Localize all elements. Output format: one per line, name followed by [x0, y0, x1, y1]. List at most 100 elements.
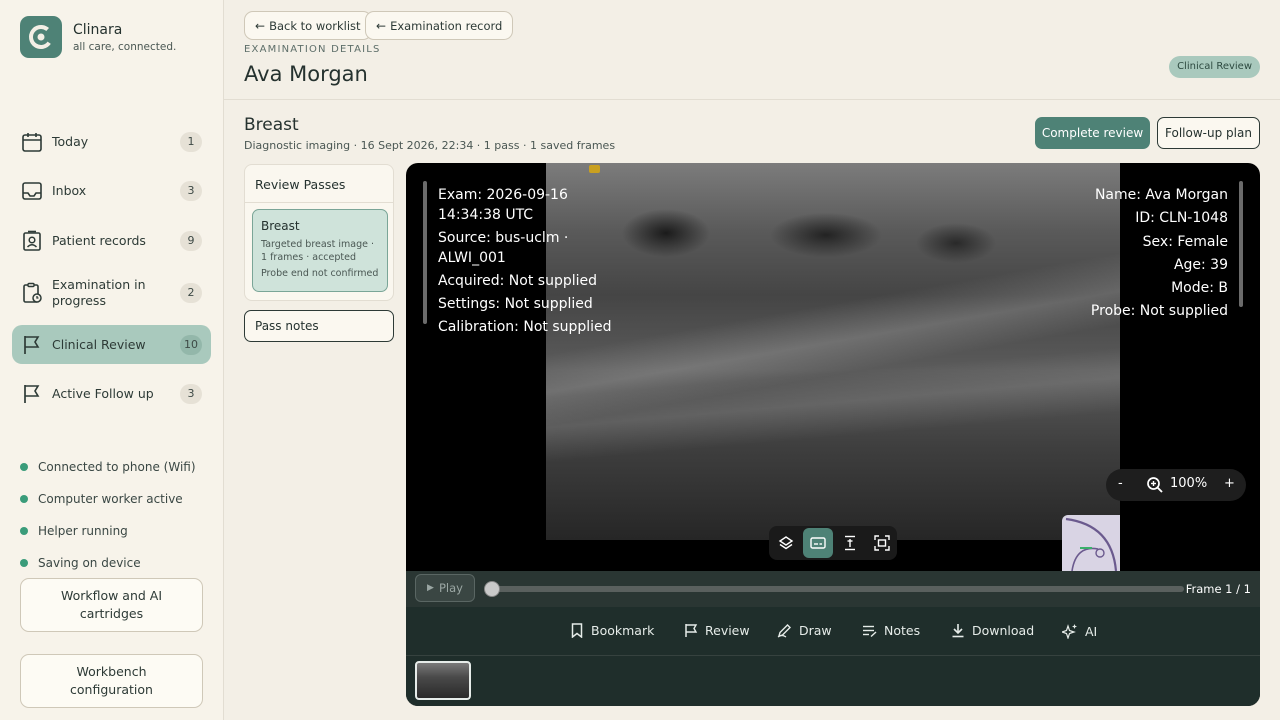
arrow-left-icon: ←: [255, 18, 266, 33]
frame-thumbnail[interactable]: [415, 661, 471, 700]
sidebar-item-inbox[interactable]: Inbox 3: [12, 172, 211, 211]
brand[interactable]: Clinara all care, connected.: [20, 16, 176, 58]
divider: [406, 655, 1260, 656]
contact-card-icon: [23, 230, 41, 251]
review-button[interactable]: Review: [684, 623, 750, 638]
sidebar-item-today[interactable]: Today 1: [12, 122, 211, 161]
download-icon: [952, 624, 964, 638]
exam-info-overlay: Exam: 2026-09-16 14:34:38 UTC Source: bu…: [438, 185, 612, 340]
overlay-line: ALWI_001: [438, 250, 506, 266]
patient-info-overlay: Name: Ava Morgan ID: CLN-1048 Sex: Femal…: [1091, 185, 1228, 325]
overlay-line: Name: Ava Morgan: [1094, 187, 1228, 203]
status-item: Saving on device: [20, 547, 210, 579]
ai-button[interactable]: AI: [1062, 623, 1097, 639]
page-title: Ava Morgan: [244, 62, 368, 86]
pass-detail: Targeted breast image ·: [261, 239, 375, 250]
flag-icon: [24, 335, 40, 354]
draw-pencil-icon: [777, 624, 791, 638]
count-badge: 2: [180, 282, 202, 303]
sidebar-item-label: Active Follow up: [52, 386, 154, 401]
zoom-out-button[interactable]: -: [1118, 476, 1123, 491]
pass-notes-button[interactable]: Pass notes: [244, 310, 394, 342]
overlay-line: Sex: Female: [1142, 233, 1228, 250]
layers-icon: [778, 536, 794, 550]
image-viewer[interactable]: Exam: 2026-09-16 14:34:38 UTC Source: bu…: [406, 163, 1260, 706]
overlay-line: Mode: B: [1171, 280, 1228, 297]
overlay-scrollbar[interactable]: [423, 181, 427, 324]
breast-diagram-icon: [1065, 517, 1118, 571]
page-header: ← Back to worklist ← Examination record …: [224, 0, 1280, 100]
count-badge: 10: [180, 334, 202, 355]
subtitles-button[interactable]: [803, 528, 833, 558]
sidebar-item-label: Examination in progress: [52, 276, 146, 308]
count-badge: 3: [180, 181, 202, 201]
sidebar-item-label: Clinical Review: [52, 336, 146, 352]
sidebar-item-clinical-review[interactable]: Clinical Review 10: [12, 325, 211, 364]
sidebar-item-active-follow-up[interactable]: Active Follow up 3: [12, 375, 211, 414]
count-badge: 1: [180, 131, 202, 152]
flag-icon: [685, 624, 698, 637]
status-dot-icon: [20, 495, 28, 503]
complete-review-button[interactable]: Complete review: [1035, 117, 1150, 149]
subtitles-icon: [810, 537, 826, 549]
follow-up-plan-button[interactable]: Follow-up plan: [1157, 117, 1260, 149]
arrow-left-icon: ←: [376, 18, 387, 33]
flag-icon: [24, 385, 40, 403]
count-badge: 9: [180, 230, 202, 251]
pass-note: Probe end not confirmed: [261, 268, 379, 279]
sidebar-nav: Today 1 Inbox 3 Patient records 9 Examin…: [12, 122, 211, 424]
overlay-scrollbar[interactable]: [1239, 181, 1243, 307]
fit-screen-button[interactable]: [867, 528, 897, 558]
study-title: Breast: [244, 115, 299, 135]
count-badge: 3: [180, 384, 202, 404]
status-item: Helper running: [20, 515, 210, 547]
sidebar-item-examination-in-progress[interactable]: Examination in progress 2: [12, 271, 211, 315]
back-to-worklist-button[interactable]: ← Back to worklist: [244, 11, 372, 40]
orientation-marker-icon: [589, 165, 600, 173]
zoom-control: - 100% +: [1106, 469, 1246, 501]
frame-slider-track[interactable]: [486, 586, 1184, 592]
workflow-ai-cartridges-button[interactable]: Workflow and AI cartridges: [20, 578, 203, 632]
calendar-icon: [22, 132, 42, 152]
image-tool-strip: [769, 526, 897, 560]
overlay-line: Acquired: Not supplied: [438, 273, 597, 289]
status-dot-icon: [20, 463, 28, 471]
sparkles-icon: [1062, 624, 1077, 639]
workbench-configuration-button[interactable]: Workbench configuration: [20, 654, 203, 708]
panel-heading: Review Passes: [245, 165, 393, 203]
playback-bar: ▶ Play Frame 1 / 1: [406, 571, 1260, 607]
draw-button[interactable]: Draw: [777, 623, 832, 638]
sidebar-item-patient-records[interactable]: Patient records 9: [12, 221, 211, 260]
bookmark-button[interactable]: Bookmark: [570, 623, 654, 638]
pass-detail: 1 frames · accepted: [261, 252, 356, 263]
status-item: Computer worker active: [20, 483, 210, 515]
overlay-line: Settings: Not supplied: [438, 296, 593, 312]
status-item: Connected to phone (Wifi): [20, 451, 210, 483]
notes-icon: [863, 625, 877, 637]
ultrasound-image[interactable]: [546, 163, 1120, 540]
examination-record-button[interactable]: ← Examination record: [365, 11, 514, 40]
overlay-line: Age: 39: [1173, 256, 1228, 273]
sidebar: Clinara all care, connected. Today 1 Inb…: [0, 0, 224, 720]
fit-screen-icon: [874, 535, 890, 551]
measure-height-button[interactable]: [835, 528, 865, 558]
notes-button[interactable]: Notes: [862, 623, 920, 638]
study-meta: Diagnostic imaging · 16 Sept 2026, 22:34…: [244, 139, 616, 152]
frame-slider-thumb[interactable]: [484, 581, 500, 597]
download-button[interactable]: Download: [951, 623, 1034, 638]
overlay-line: Probe: Not supplied: [1090, 303, 1228, 320]
system-status-list: Connected to phone (Wifi) Computer worke…: [20, 451, 210, 579]
pass-card[interactable]: Breast Targeted breast image · 1 frames …: [252, 209, 388, 292]
zoom-level: 100%: [1170, 476, 1208, 491]
sidebar-item-label: Today: [52, 133, 89, 149]
pass-name: Breast: [261, 219, 300, 233]
probe-position-thumbnail[interactable]: [1062, 515, 1120, 571]
clinara-logo-icon: [20, 16, 62, 58]
status-dot-icon: [20, 559, 28, 567]
status-dot-icon: [20, 527, 28, 535]
zoom-in-button[interactable]: +: [1224, 476, 1235, 491]
zoom-magnifier-icon: [1147, 477, 1163, 493]
inbox-icon: [22, 182, 42, 200]
play-button[interactable]: ▶ Play: [415, 574, 475, 602]
layers-button[interactable]: [771, 528, 801, 558]
